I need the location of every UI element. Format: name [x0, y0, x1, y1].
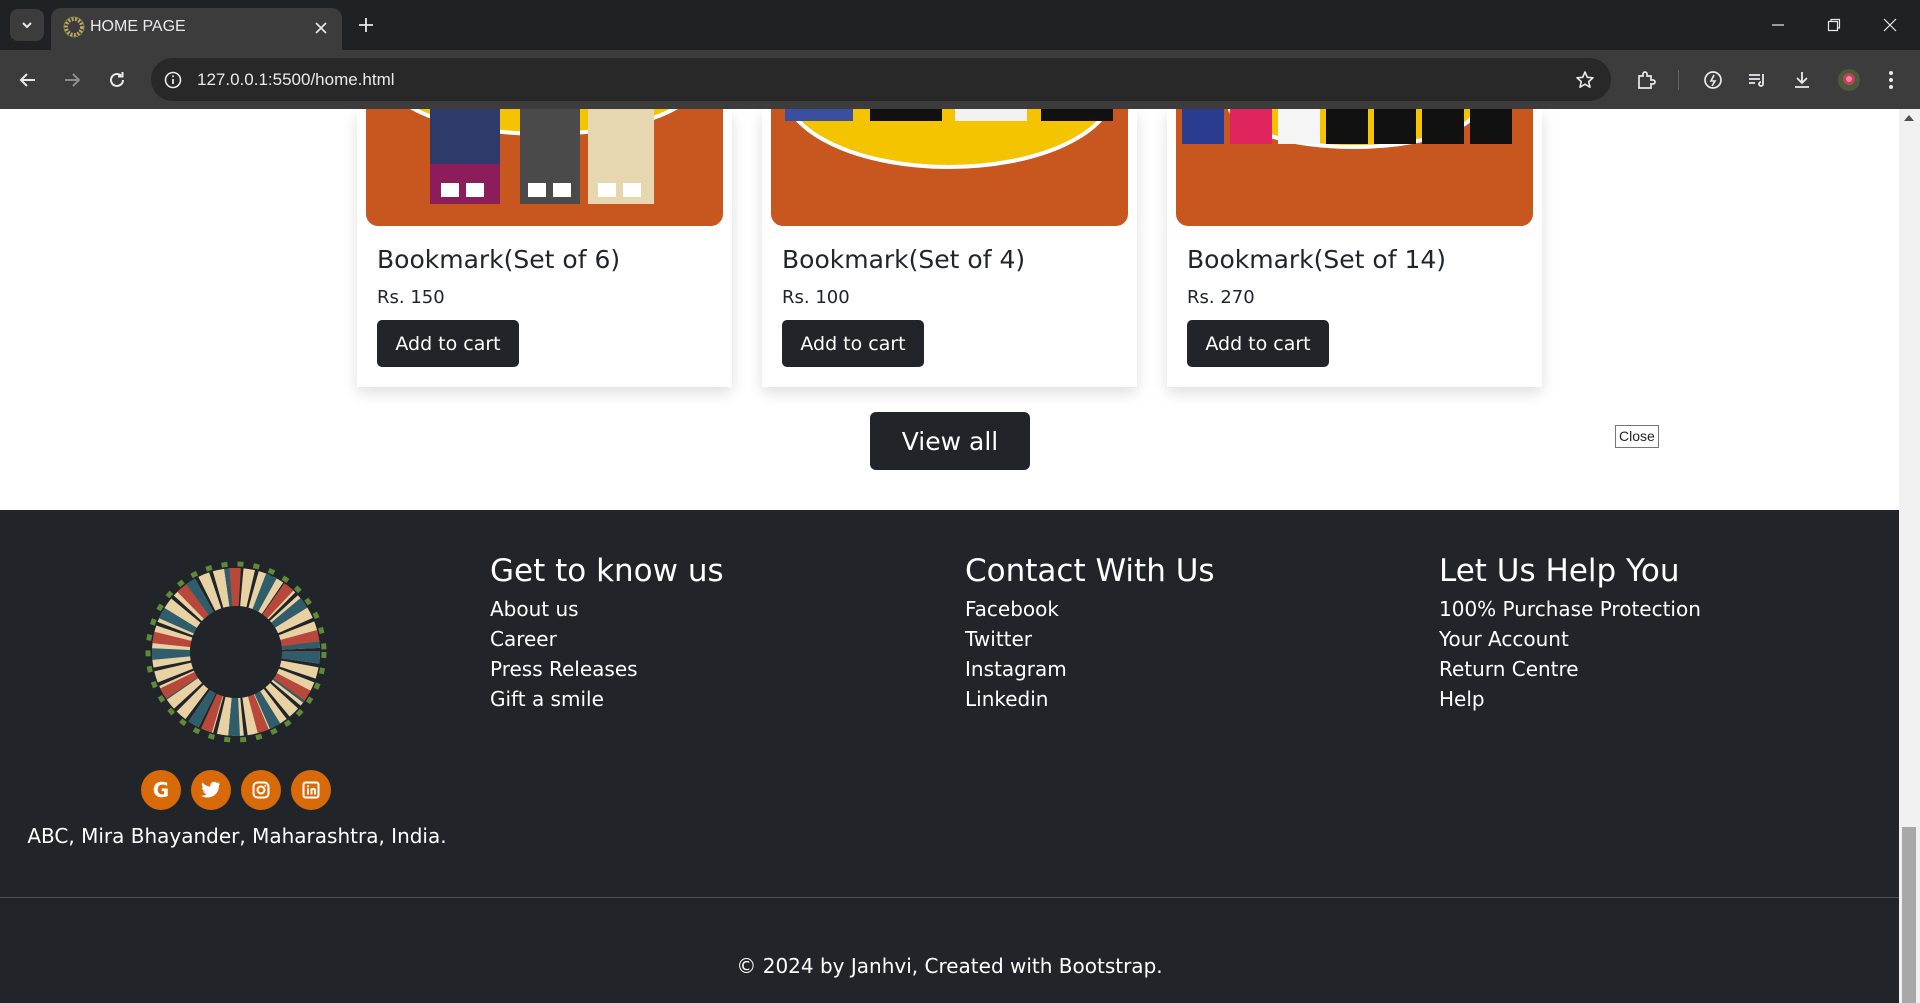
- product-image: [366, 109, 723, 226]
- product-price: Rs. 270: [1187, 287, 1255, 308]
- link-press-releases[interactable]: Press Releases: [490, 657, 638, 681]
- media-button[interactable]: [1742, 65, 1772, 95]
- twitter-icon[interactable]: [191, 770, 231, 810]
- url-text: 127.0.0.1:5500/home.html: [197, 70, 395, 89]
- more-vertical-icon: [1889, 71, 1893, 89]
- tab-close-button[interactable]: [310, 17, 332, 39]
- downloads-button[interactable]: [1787, 65, 1817, 95]
- product-card: Bookmark(Set of 14) Rs. 270 Add to cart: [1167, 109, 1542, 387]
- tab-search-button[interactable]: [10, 9, 44, 41]
- product-price: Rs. 150: [377, 287, 445, 308]
- performance-button[interactable]: [1698, 65, 1728, 95]
- reload-icon: [110, 72, 124, 87]
- footer: G ABC, Mira Bhayander, Maharashtra, Indi…: [0, 510, 1899, 1003]
- favicon-icon: [63, 16, 85, 38]
- product-card: Bookmark(Set of 6) Rs. 150 Add to cart: [357, 109, 732, 387]
- product-title: Bookmark(Set of 14): [1187, 245, 1447, 274]
- link-linkedin[interactable]: Linkedin: [965, 687, 1048, 711]
- add-to-cart-button[interactable]: Add to cart: [1187, 320, 1329, 367]
- puzzle-icon: [1638, 71, 1656, 89]
- instagram-icon[interactable]: [241, 770, 281, 810]
- arrow-right-icon: [65, 73, 81, 87]
- minimize-icon: [1772, 24, 1784, 26]
- toolbar-separator: [1678, 70, 1679, 90]
- footer-heading-about: Get to know us: [490, 553, 724, 589]
- back-button[interactable]: [12, 64, 44, 96]
- view-all-button[interactable]: View all: [870, 412, 1030, 470]
- add-to-cart-button[interactable]: Add to cart: [782, 320, 924, 367]
- menu-button[interactable]: [1876, 65, 1906, 95]
- download-icon: [1795, 72, 1809, 88]
- product-price: Rs. 100: [782, 287, 850, 308]
- restore-icon: [1827, 18, 1841, 32]
- scroll-thumb[interactable]: [1902, 827, 1916, 1003]
- forward-button[interactable]: [56, 64, 88, 96]
- link-about-us[interactable]: About us: [490, 597, 579, 621]
- link-help[interactable]: Help: [1439, 687, 1485, 711]
- link-facebook[interactable]: Facebook: [965, 597, 1059, 621]
- link-your-account[interactable]: Your Account: [1439, 627, 1569, 651]
- footer-heading-contact: Contact With Us: [965, 553, 1215, 589]
- product-image: [1176, 109, 1533, 226]
- link-twitter[interactable]: Twitter: [965, 627, 1032, 651]
- link-gift-a-smile[interactable]: Gift a smile: [490, 687, 604, 711]
- info-icon: [164, 71, 182, 89]
- new-tab-button[interactable]: [352, 11, 380, 39]
- linkedin-icon[interactable]: [291, 770, 331, 810]
- link-instagram[interactable]: Instagram: [965, 657, 1067, 681]
- product-title: Bookmark(Set of 4): [782, 245, 1026, 274]
- close-icon: [315, 22, 327, 34]
- extensions-button[interactable]: [1631, 65, 1661, 95]
- scroll-up-arrow-icon[interactable]: [1904, 115, 1914, 121]
- profile-button[interactable]: [1834, 65, 1864, 95]
- add-to-cart-button[interactable]: Add to cart: [377, 320, 519, 367]
- address-bar[interactable]: 127.0.0.1:5500/home.html: [151, 58, 1611, 101]
- product-title: Bookmark(Set of 6): [377, 245, 621, 274]
- minimize-button[interactable]: [1758, 8, 1798, 42]
- product-card: Bookmark(Set of 4) Rs. 100 Add to cart: [762, 109, 1137, 387]
- plus-icon: [359, 18, 373, 32]
- playlist-icon: [1749, 74, 1764, 87]
- arrow-left-icon: [19, 73, 35, 87]
- close-tooltip[interactable]: Close: [1615, 425, 1659, 448]
- restore-button[interactable]: [1814, 8, 1854, 42]
- tab-title: HOME PAGE: [90, 18, 186, 35]
- copyright: © 2024 by Janhvi, Created with Bootstrap…: [736, 954, 1163, 978]
- star-icon: [1576, 71, 1594, 88]
- link-purchase-protection[interactable]: 100% Purchase Protection: [1439, 597, 1701, 621]
- link-return-centre[interactable]: Return Centre: [1439, 657, 1579, 681]
- browser-toolbar: 127.0.0.1:5500/home.html: [0, 50, 1920, 109]
- tab-strip: HOME PAGE: [0, 0, 1920, 50]
- address: ABC, Mira Bhayander, Maharashtra, India.: [27, 824, 447, 848]
- footer-heading-help: Let Us Help You: [1439, 553, 1680, 589]
- bookmark-star-button[interactable]: [1573, 68, 1597, 92]
- footer-divider: [0, 897, 1899, 898]
- chevron-down-icon: [22, 22, 32, 29]
- logo: [145, 561, 327, 743]
- vertical-scrollbar[interactable]: [1899, 109, 1920, 1003]
- site-info-button[interactable]: [161, 68, 185, 92]
- link-career[interactable]: Career: [490, 627, 557, 651]
- avatar: [1838, 69, 1860, 91]
- reload-button[interactable]: [101, 64, 133, 96]
- close-icon: [1883, 18, 1897, 32]
- product-image: [771, 109, 1128, 226]
- speedometer-icon: [1704, 71, 1722, 89]
- window-close-button[interactable]: [1870, 8, 1910, 42]
- active-tab[interactable]: HOME PAGE: [51, 8, 342, 50]
- page-viewport: Bookmark(Set of 6) Rs. 150 Add to cart B…: [0, 109, 1899, 1003]
- google-icon[interactable]: G: [141, 770, 181, 810]
